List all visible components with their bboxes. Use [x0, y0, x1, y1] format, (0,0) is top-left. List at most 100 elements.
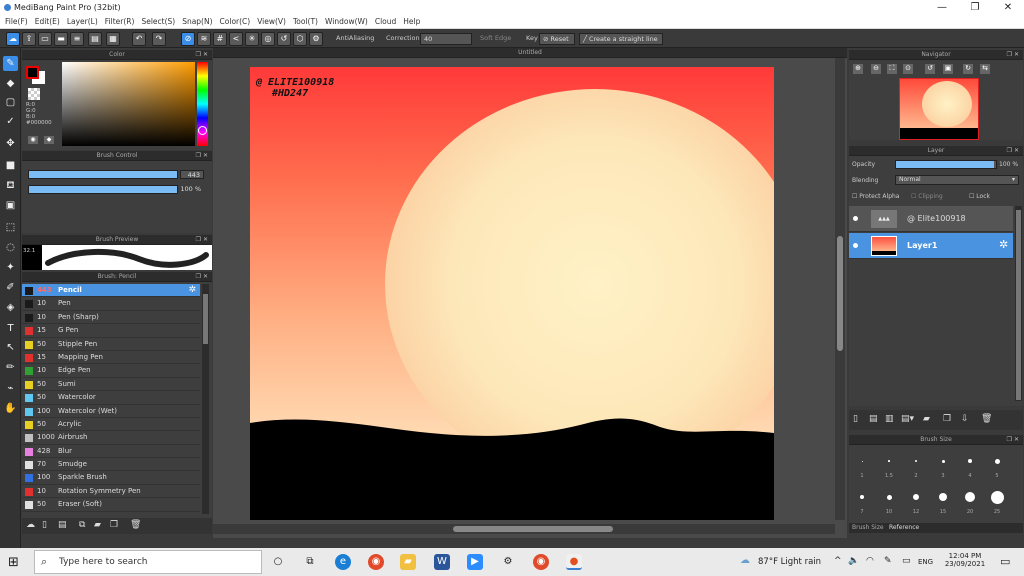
redo-icon[interactable]: ↷: [152, 32, 166, 46]
menu-cloud[interactable]: Cloud: [375, 17, 396, 26]
chat-icon[interactable]: ▬: [54, 32, 68, 46]
medibang-icon[interactable]: ●: [566, 554, 582, 570]
brush-list-item[interactable]: 15 G Pen: [22, 324, 200, 338]
brush-settings-icon[interactable]: ✲: [188, 284, 196, 297]
chrome-profile-icon[interactable]: ◉: [533, 554, 549, 570]
brush-opacity-slider[interactable]: [28, 185, 178, 194]
taskbar-search-input[interactable]: ⌕ Type here to search: [34, 550, 262, 574]
correction-select[interactable]: 40: [420, 33, 472, 45]
word-icon[interactable]: W: [434, 554, 450, 570]
new-layer-icon[interactable]: ▯: [853, 414, 858, 424]
divide-tool-icon[interactable]: ✏: [3, 360, 18, 375]
antialiasing-checkbox[interactable]: AntiAliasing: [336, 34, 374, 42]
brush-list-item[interactable]: 50 Sumi: [22, 377, 200, 392]
clock[interactable]: 12:04 PM 23/09/2021: [942, 552, 988, 568]
weather-text[interactable]: 87°F Light rain: [758, 557, 821, 567]
delete-layer-icon[interactable]: 🗑: [981, 414, 992, 424]
settings-icon[interactable]: ⚙: [309, 32, 323, 46]
brush-duplicate-icon[interactable]: ❐: [110, 520, 118, 530]
navigator-thumbnail[interactable]: [899, 78, 979, 140]
brush-list-scrollbar[interactable]: [202, 284, 209, 514]
menu-layer[interactable]: Layer(L): [67, 17, 98, 26]
menu-filter[interactable]: Filter(R): [105, 17, 135, 26]
brush-size-cell[interactable]: 10: [876, 485, 902, 519]
menu-snap[interactable]: Snap(N): [182, 17, 212, 26]
brush-list-item[interactable]: 10 Rotation Symmetry Pen: [22, 484, 200, 499]
shape-tool-icon[interactable]: ■: [3, 158, 18, 173]
page-icon[interactable]: ▤: [88, 32, 102, 46]
new-brush-icon[interactable]: ▯: [42, 520, 47, 530]
panel-close-icon[interactable]: ❐ ✕: [196, 235, 208, 245]
soft-edge-checkbox[interactable]: Soft Edge: [480, 34, 511, 42]
cloud-icon[interactable]: ☁: [6, 32, 20, 46]
zoom-icon[interactable]: ▶: [467, 554, 483, 570]
select-pen-icon[interactable]: ✓: [3, 114, 18, 129]
menu-view[interactable]: View(V): [257, 17, 286, 26]
add-brush-cloud-icon[interactable]: ☁: [26, 520, 35, 530]
brush-size-cell[interactable]: 4: [957, 449, 983, 483]
fill-tool-icon[interactable]: ⛾: [3, 178, 18, 193]
maximize-button[interactable]: ❐: [968, 1, 982, 14]
rotate-left-icon[interactable]: ↺: [925, 64, 935, 74]
battery-icon[interactable]: ▭: [902, 556, 911, 566]
brush-size-cell[interactable]: 2: [903, 449, 929, 483]
brush-size-cell[interactable]: 15: [930, 485, 956, 519]
brush-size-cell[interactable]: 25: [984, 485, 1010, 519]
new-8bit-layer-icon[interactable]: ▥: [885, 414, 894, 424]
brush-size-cell[interactable]: 1.5: [876, 449, 902, 483]
brush-list-item[interactable]: 428 Blur: [22, 444, 200, 459]
brush-list-item[interactable]: 50 Stipple Pen: [22, 337, 200, 351]
lock-checkbox[interactable]: ☐ Lock: [969, 193, 990, 200]
perspective-snap-icon[interactable]: <: [229, 32, 243, 46]
lasso-tool-icon[interactable]: ◌: [3, 240, 18, 255]
brush-list-item[interactable]: 10 Pen (Sharp): [22, 310, 200, 325]
visibility-icon[interactable]: [853, 243, 858, 248]
panel-close-icon[interactable]: ❐ ✕: [1007, 146, 1019, 156]
ellipse-snap-icon[interactable]: ⬡: [293, 32, 307, 46]
layer-row-layer1[interactable]: Layer1 ✲: [849, 233, 1013, 259]
settings-gear-icon[interactable]: ⚙: [500, 554, 516, 570]
layer-folder-icon[interactable]: ▰: [923, 414, 930, 424]
chrome-icon[interactable]: ◉: [368, 554, 384, 570]
snap-off-icon[interactable]: ⊘: [181, 32, 195, 46]
stack-icon[interactable]: ≡: [70, 32, 84, 46]
brush-edit-icon[interactable]: ⧉: [79, 520, 85, 530]
notification-icon[interactable]: ▭: [1000, 555, 1010, 568]
reset-view-icon[interactable]: ▣: [943, 64, 953, 74]
cortana-icon[interactable]: ○: [270, 554, 286, 570]
dot-tool-icon[interactable]: ▢: [3, 95, 18, 110]
select-eraser-icon[interactable]: ◈: [3, 300, 18, 315]
clipping-checkbox[interactable]: ☐ Clipping: [911, 193, 943, 200]
brush-tool-icon[interactable]: ✎: [3, 56, 18, 71]
panel-close-icon[interactable]: ❐ ✕: [1007, 435, 1019, 445]
edge-icon[interactable]: e: [335, 554, 351, 570]
brush-list-item[interactable]: 10 Edge Pen: [22, 364, 200, 378]
brush-list-item[interactable]: 50 Eraser (Soft): [22, 498, 200, 512]
eyedropper-tool-icon[interactable]: ⌁: [3, 381, 18, 396]
brush-list-item[interactable]: 10 Pen: [22, 297, 200, 311]
text-tool-icon[interactable]: T: [3, 321, 18, 336]
radial-snap-icon[interactable]: ✳: [245, 32, 259, 46]
magic-wand-icon[interactable]: ✦: [3, 260, 18, 275]
brush-size-slider[interactable]: [28, 170, 178, 179]
layer-scrollbar[interactable]: [1015, 206, 1022, 401]
straight-line-button[interactable]: ╱ Create a straight line: [579, 33, 663, 45]
artwork-canvas[interactable]: @ ELITE100918 #HD247: [250, 67, 774, 520]
select-tool-icon[interactable]: ⬚: [3, 220, 18, 235]
brush-list-item[interactable]: 70 Smudge: [22, 458, 200, 472]
canvas-tab[interactable]: Untitled: [213, 48, 847, 58]
wifi-icon[interactable]: ◠: [866, 556, 874, 566]
comment-icon[interactable]: ▭: [38, 32, 52, 46]
language-indicator[interactable]: ENG: [918, 558, 933, 566]
panel-close-icon[interactable]: ❐ ✕: [1007, 50, 1019, 60]
zoom-in-icon[interactable]: ⊕: [853, 64, 863, 74]
eraser-tool-icon[interactable]: ◆: [3, 76, 18, 91]
file-explorer-icon[interactable]: ▰: [400, 554, 416, 570]
fit-icon[interactable]: ⛶: [887, 64, 897, 74]
curve-snap-icon[interactable]: ↺: [277, 32, 291, 46]
brush-size-cell[interactable]: 12: [903, 485, 929, 519]
zoom-out-icon[interactable]: ⊖: [871, 64, 881, 74]
foreground-color-swatch[interactable]: [26, 66, 39, 79]
grid-icon[interactable]: ▦: [106, 32, 120, 46]
brush-size-cell[interactable]: 7: [849, 485, 875, 519]
